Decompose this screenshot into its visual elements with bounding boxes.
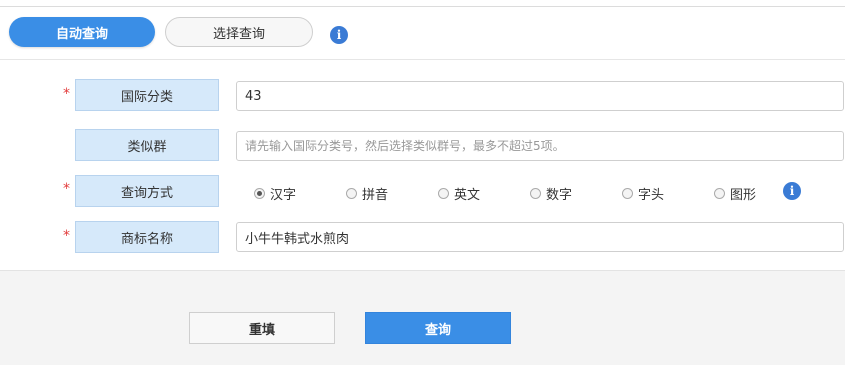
similar-group-input[interactable] — [236, 131, 844, 161]
radio-button[interactable] — [622, 188, 633, 199]
required-mark: * — [63, 181, 70, 197]
radio-label: 数字 — [546, 188, 573, 203]
reset-button[interactable]: 重填 — [189, 312, 335, 344]
tab-bar: 自动查询 选择查询 — [0, 7, 845, 60]
radio-initial[interactable]: 字头 — [622, 184, 664, 203]
radio-hanzi[interactable]: 汉字 — [254, 184, 296, 203]
similar-group-label: 类似群 — [75, 129, 219, 161]
trademark-name-label: 商标名称 — [75, 221, 219, 253]
radio-button[interactable] — [530, 188, 541, 199]
radio-label: 拼音 — [362, 188, 389, 203]
tab-auto-query[interactable]: 自动查询 — [9, 17, 155, 47]
radio-pinyin[interactable]: 拼音 — [346, 184, 388, 203]
radio-number[interactable]: 数字 — [530, 184, 572, 203]
radio-button[interactable] — [714, 188, 725, 199]
required-mark: * — [63, 228, 70, 244]
radio-label: 图形 — [730, 188, 757, 203]
tab-select-query[interactable]: 选择查询 — [165, 17, 313, 47]
radio-label: 字头 — [638, 188, 665, 203]
radio-label: 汉字 — [270, 188, 297, 203]
query-mode-label: 查询方式 — [75, 175, 219, 207]
intl-class-label: 国际分类 — [75, 79, 219, 111]
radio-button[interactable] — [438, 188, 449, 199]
info-icon[interactable]: i — [783, 182, 801, 200]
required-mark: * — [63, 86, 70, 102]
top-border — [0, 0, 845, 7]
radio-graphic[interactable]: 图形 — [714, 184, 756, 203]
info-icon[interactable]: i — [330, 26, 348, 44]
radio-english[interactable]: 英文 — [438, 184, 480, 203]
query-button[interactable]: 查询 — [365, 312, 511, 344]
radio-button[interactable] — [346, 188, 357, 199]
radio-button-checked[interactable] — [254, 188, 265, 199]
trademark-name-input[interactable] — [236, 222, 844, 252]
radio-label: 英文 — [454, 188, 481, 203]
intl-class-input[interactable] — [236, 81, 844, 111]
